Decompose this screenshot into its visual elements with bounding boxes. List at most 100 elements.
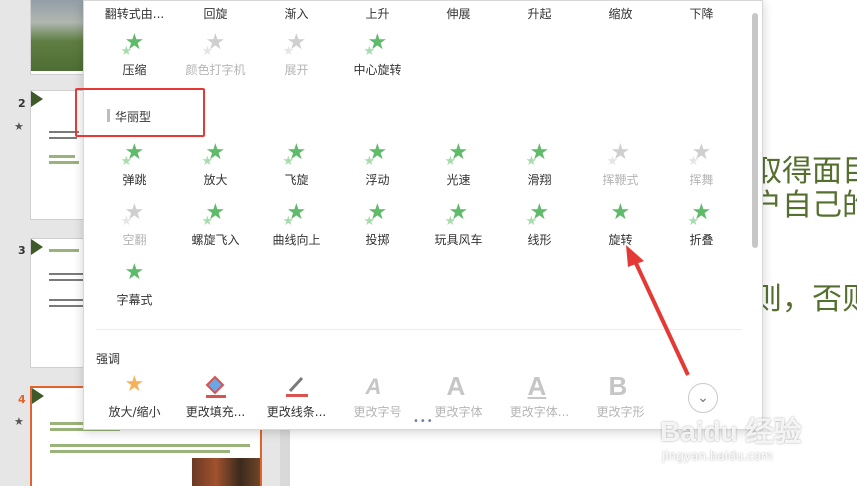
anim-curve-up[interactable]: ★ ★ 曲线向上 — [256, 201, 337, 248]
anim-center-spin[interactable]: ★ ★ 中心旋转 — [337, 31, 418, 78]
popup-scrollbar[interactable] — [752, 13, 758, 248]
anim-throw[interactable]: ★ ★ 投掷 — [337, 201, 418, 248]
anim-label: 更改线条... — [266, 405, 327, 419]
anim-label: 曲线向上 — [272, 233, 321, 247]
anim-fold[interactable]: ★ ★ 折叠 — [661, 201, 742, 248]
animation-star-icon: ★ — [14, 415, 24, 428]
highlight-box-annotation — [75, 88, 205, 137]
anim-rotate[interactable]: ★ 旋转 — [580, 201, 661, 248]
anim-label: 翻转式由... — [104, 7, 165, 21]
anim-spin-in[interactable]: 回旋 — [175, 1, 256, 22]
star-icon: ★ ★ — [201, 200, 226, 230]
anim-pinwheel[interactable]: ★ ★ 玩具风车 — [418, 201, 499, 248]
text-line — [50, 450, 230, 453]
anim-label: 弹跳 — [122, 173, 147, 187]
slide-flag-icon — [31, 239, 43, 255]
anim-descend[interactable]: 下降 — [661, 1, 742, 22]
text-line — [49, 137, 77, 139]
star-icon: ★ ★ — [201, 30, 226, 60]
slide-text-line-2[interactable]: 户自己的 — [752, 180, 857, 224]
resize-handle[interactable]: ••• — [413, 416, 434, 427]
anim-bounce[interactable]: ★ ★ 弹跳 — [94, 141, 175, 188]
font-size-icon: A — [365, 374, 382, 399]
anim-wave[interactable]: ★ ★ 挥舞 — [661, 141, 742, 188]
anim-light-speed[interactable]: ★ ★ 光速 — [418, 141, 499, 188]
anim-label: 飞旋 — [284, 173, 309, 187]
anim-change-font[interactable]: A 更改字体 — [418, 371, 499, 420]
star-icon: ★ ★ — [282, 200, 307, 230]
anim-color-typewriter[interactable]: ★ ★ 颜色打字机 — [175, 31, 256, 78]
chevron-down-icon: ⌄ — [697, 390, 709, 406]
star-icon: ★ ★ — [687, 140, 712, 170]
anim-credits[interactable]: ★ 字幕式 — [94, 261, 175, 308]
animation-star-icon: ★ — [14, 120, 24, 133]
slide-number-3: 3 — [18, 244, 26, 257]
anim-label: 更改填充... — [185, 405, 246, 419]
anim-label: 更改字体... — [509, 405, 570, 419]
star-icon: ★ ★ — [282, 30, 307, 60]
baidu-watermark: Baidu 经验 — [660, 416, 802, 447]
anim-expand[interactable]: ★ ★ 展开 — [256, 31, 337, 78]
anim-fly-spin[interactable]: ★ ★ 飞旋 — [256, 141, 337, 188]
anim-fade-in[interactable]: 渐入 — [256, 1, 337, 22]
anim-ascend[interactable]: 升起 — [499, 1, 580, 22]
slide-text-line-3[interactable]: 则，否则 — [752, 274, 857, 318]
text-line — [49, 249, 79, 252]
slide-flag-icon — [31, 91, 43, 107]
anim-label: 光速 — [446, 173, 471, 187]
anim-label: 展开 — [284, 63, 309, 77]
anim-spiral-in[interactable]: ★ ★ 螺旋飞入 — [175, 201, 256, 248]
text-line — [49, 155, 75, 158]
anim-grow-shrink[interactable]: ★ 放大/缩小 — [94, 373, 175, 420]
anim-glide[interactable]: ★ ★ 滑翔 — [499, 141, 580, 188]
star-icon: ★ ★ — [606, 140, 631, 170]
anim-zoom[interactable]: 缩放 — [580, 1, 661, 22]
slide-number-4: 4 — [18, 393, 26, 406]
anim-label: 玩具风车 — [434, 233, 483, 247]
anim-change-fill[interactable]: 更改填充... — [175, 373, 256, 420]
anim-whip[interactable]: ★ ★ 挥鞭式 — [580, 141, 661, 188]
expand-more-button[interactable]: ⌄ — [688, 383, 718, 413]
star-icon: ★ ★ — [525, 140, 550, 170]
anim-label: 线形 — [527, 233, 552, 247]
star-icon: ★ ★ — [120, 140, 145, 170]
anim-label: 投掷 — [365, 233, 390, 247]
anim-rise[interactable]: 上升 — [337, 1, 418, 22]
anim-label: 升起 — [527, 7, 552, 21]
anim-label: 更改字形 — [596, 405, 645, 419]
anim-grow[interactable]: ★ ★ 放大 — [175, 141, 256, 188]
star-icon: ★ ★ — [363, 200, 388, 230]
slide-number-2: 2 — [18, 97, 26, 110]
star-icon: ★ ★ — [687, 200, 712, 230]
star-icon: ★ ★ — [363, 140, 388, 170]
star-icon: ★ ★ — [120, 30, 145, 60]
anim-stretch[interactable]: 伸展 — [418, 1, 499, 22]
anim-change-font-color[interactable]: A 更改字体... — [499, 371, 580, 420]
red-arrow-annotation — [626, 245, 690, 376]
star-icon: ★ ★ — [525, 200, 550, 230]
star-icon: ★ ★ — [363, 30, 388, 60]
anim-flip-from[interactable]: 翻转式由... — [94, 1, 175, 22]
anim-change-font-size[interactable]: A 更改字号 — [337, 373, 418, 420]
slide-photo — [192, 458, 260, 486]
anim-compress[interactable]: ★ ★ 压缩 — [94, 31, 175, 78]
anim-linear[interactable]: ★ ★ 线形 — [499, 201, 580, 248]
star-icon: ★ ★ — [282, 140, 307, 170]
baidu-watermark-url: jingyan.baidu.com — [662, 449, 773, 463]
text-line — [49, 161, 79, 164]
anim-label: 缩放 — [608, 7, 633, 21]
anim-flip[interactable]: ★ ★ 空翻 — [94, 201, 175, 248]
anim-label: 浮动 — [365, 173, 390, 187]
anim-label: 放大 — [203, 173, 228, 187]
anim-change-line[interactable]: 更改线条... — [256, 373, 337, 420]
anim-label: 放大/缩小 — [108, 405, 161, 419]
anim-float[interactable]: ★ ★ 浮动 — [337, 141, 418, 188]
anim-label: 回旋 — [203, 7, 228, 21]
font-icon: A — [446, 371, 466, 401]
fill-bucket-icon — [201, 373, 231, 399]
text-line — [49, 279, 87, 281]
star-icon: ★ ★ — [444, 200, 469, 230]
anim-label: 颜色打字机 — [185, 63, 246, 77]
star-pair-icon: ★ — [124, 372, 145, 397]
star-icon: ★ ★ — [201, 140, 226, 170]
